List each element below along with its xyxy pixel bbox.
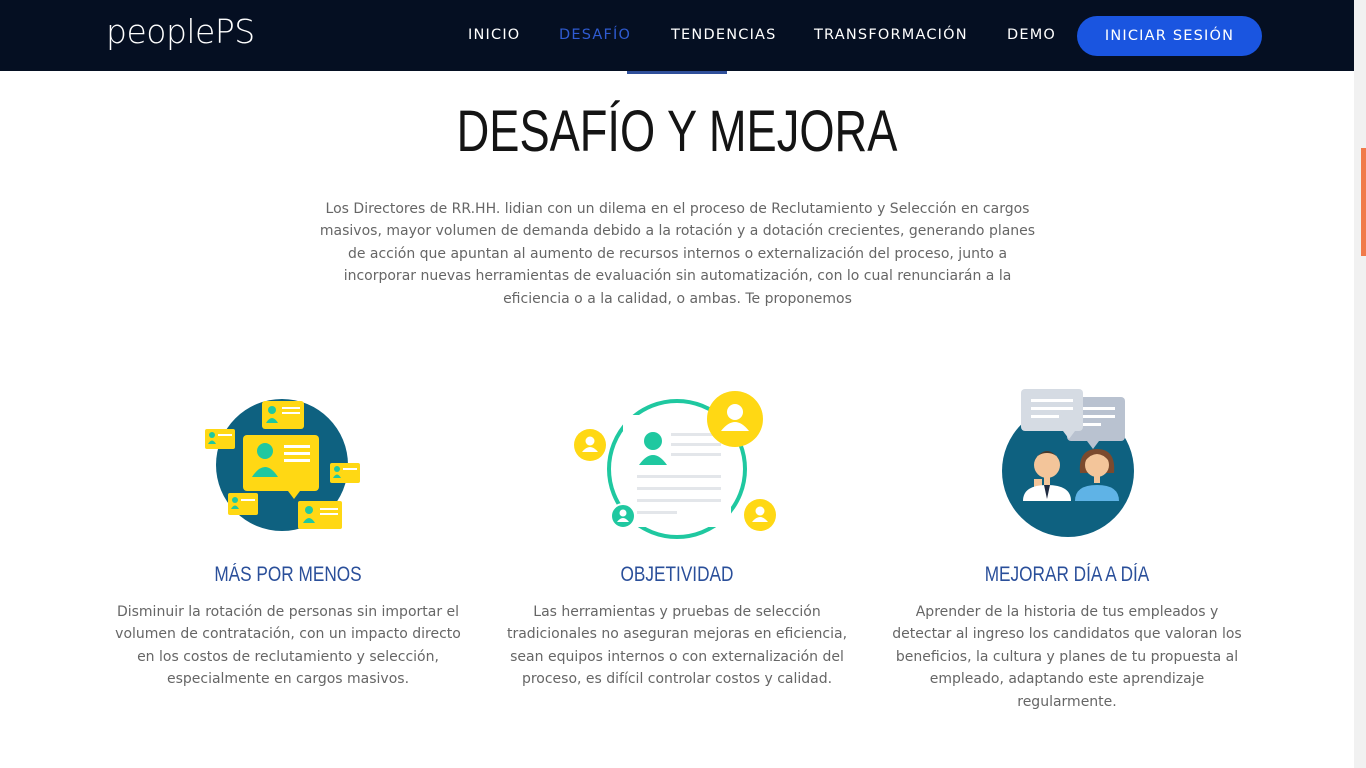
resume-document-icon <box>497 385 857 545</box>
feature-title: MEJORAR DÍA A DÍA <box>984 563 1150 586</box>
section-intro: Los Directores de RR.HH. lidian con un d… <box>319 201 1036 307</box>
feature-title: MÁS POR MENOS <box>214 563 362 586</box>
chat-profiles-icon <box>108 385 468 545</box>
feature-title: OBJETIVIDAD <box>620 563 734 586</box>
section-title: DESAFÍO Y MEJORA <box>456 99 898 164</box>
feature-text: Disminuir la rotación de personas sin im… <box>115 604 461 688</box>
scrollbar-thumb[interactable] <box>1361 148 1366 256</box>
nav-item-inicio[interactable]: INICIO <box>468 27 520 43</box>
logo[interactable]: peoplePS <box>106 12 255 51</box>
feature-text: Las herramientas y pruebas de selección … <box>506 604 848 688</box>
nav-item-demo[interactable]: DEMO <box>1007 27 1056 43</box>
nav-item-transformacion[interactable]: TRANSFORMACIÓN <box>814 27 968 43</box>
feature-card-mas-por-menos: MÁS POR MENOS Disminuir la rotación de p… <box>108 385 468 687</box>
top-navbar: peoplePS INICIO DESAFÍO TENDENCIAS TRANS… <box>0 0 1354 71</box>
page-scrollbar[interactable] <box>1354 0 1366 768</box>
active-nav-indicator <box>627 71 727 74</box>
feature-card-objetividad: OBJETIVIDAD Las herramientas y pruebas d… <box>497 385 857 687</box>
feature-card-mejorar-dia-a-dia: MEJORAR DÍA A DÍA Aprender de la histori… <box>887 385 1247 710</box>
login-button[interactable]: INICIAR SESIÓN <box>1077 16 1262 56</box>
nav-item-desafio[interactable]: DESAFÍO <box>559 27 631 43</box>
nav-item-tendencias[interactable]: TENDENCIAS <box>671 27 777 43</box>
team-conversation-icon <box>887 385 1247 545</box>
feature-text: Aprender de la historia de tus empleados… <box>892 604 1242 710</box>
